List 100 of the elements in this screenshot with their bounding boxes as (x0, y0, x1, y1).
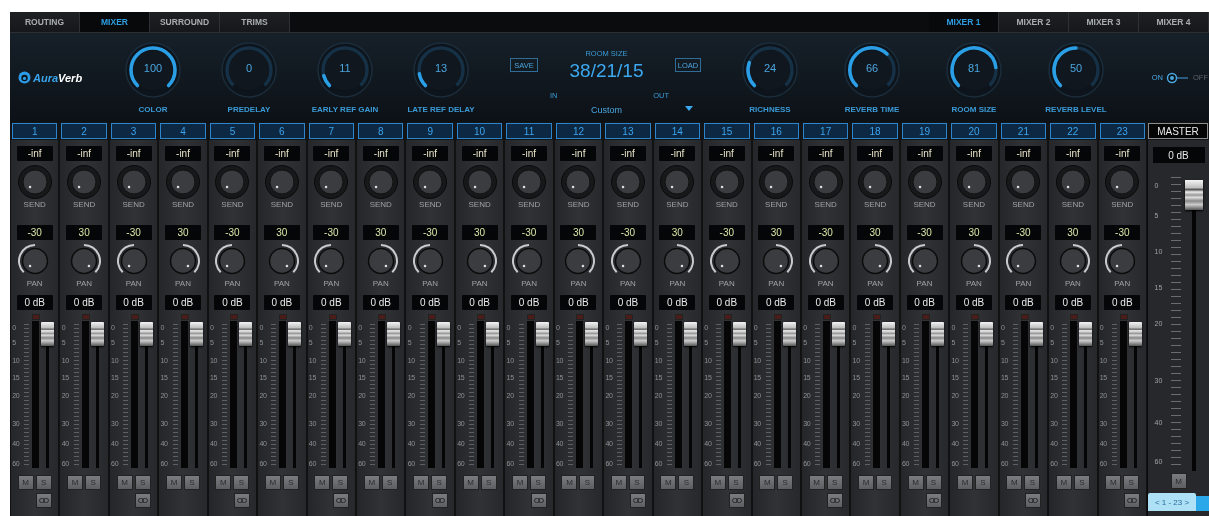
mute-button[interactable]: M (314, 475, 331, 490)
knob[interactable] (1047, 41, 1105, 99)
fader-handle[interactable] (683, 322, 697, 347)
preset-dropdown[interactable]: Custom (538, 105, 675, 115)
tab[interactable]: MIXER (80, 12, 150, 32)
link-button[interactable] (234, 493, 251, 508)
gain-value: 0 dB (807, 295, 844, 310)
link-button[interactable] (333, 493, 350, 508)
pan-value: 30 (659, 225, 696, 240)
fader-handle[interactable] (90, 322, 104, 347)
gain-value: 0 dB (214, 295, 251, 310)
link-icon (237, 498, 248, 503)
pan-value: -30 (1104, 225, 1141, 240)
fader-handle[interactable] (535, 322, 549, 347)
tab[interactable]: MIXER 3 (1069, 12, 1139, 32)
send-value: -inf (758, 146, 795, 161)
mute-button[interactable]: M (709, 475, 726, 490)
fader-handle[interactable] (1029, 322, 1043, 347)
fader-handle[interactable] (387, 322, 401, 347)
send-value: -inf (1005, 146, 1042, 161)
send-label: SEND (419, 200, 442, 210)
tab[interactable]: ROUTING (10, 12, 80, 32)
fader-handle[interactable] (1184, 180, 1203, 211)
logo-text: AuraVerb (33, 71, 83, 84)
mute-button[interactable]: M (17, 475, 34, 490)
link-icon (929, 498, 940, 503)
tab[interactable]: MIXER 4 (1139, 12, 1209, 32)
fader-handle[interactable] (486, 322, 500, 347)
pan-value: 30 (66, 225, 103, 240)
fader-handle[interactable] (189, 322, 203, 347)
mute-button[interactable]: M (1170, 473, 1187, 489)
fader-handle[interactable] (337, 322, 351, 347)
mute-button[interactable]: M (116, 475, 133, 490)
fader-handle[interactable] (1079, 322, 1093, 347)
pan-value: -30 (214, 225, 251, 240)
knob[interactable] (316, 41, 374, 99)
knob[interactable] (945, 41, 1003, 99)
knob[interactable] (843, 41, 901, 99)
mute-button[interactable]: M (660, 475, 677, 490)
mute-button[interactable]: M (610, 475, 627, 490)
fader-handle[interactable] (634, 322, 648, 347)
mute-button[interactable]: M (561, 475, 578, 490)
pan-label: PAN (422, 279, 439, 289)
link-icon (1127, 498, 1137, 503)
tab[interactable]: TRIMS (220, 12, 290, 32)
gain-value: 0 dB (412, 295, 449, 310)
mute-button[interactable]: M (264, 475, 281, 490)
fader-handle[interactable] (238, 322, 252, 347)
mute-button[interactable]: M (1105, 475, 1122, 490)
pan-label: PAN (125, 279, 142, 289)
knob[interactable] (741, 41, 799, 99)
fader-handle[interactable] (832, 322, 846, 347)
link-button[interactable] (629, 493, 646, 508)
fader-handle[interactable] (782, 322, 796, 347)
pan-label: PAN (76, 279, 93, 289)
fader-handle[interactable] (733, 322, 747, 347)
fader-handle[interactable] (585, 322, 598, 347)
mute-button[interactable]: M (215, 475, 232, 490)
link-button[interactable] (728, 493, 745, 508)
send-value: -inf (1054, 146, 1091, 161)
knob[interactable] (412, 41, 470, 99)
mute-button[interactable]: M (1006, 475, 1023, 490)
link-button[interactable] (431, 493, 448, 508)
link-button[interactable] (530, 493, 547, 508)
dropdown-caret-icon[interactable] (685, 106, 693, 111)
link-button[interactable] (1124, 493, 1140, 508)
link-button[interactable] (135, 493, 152, 508)
page-tab[interactable]: < 1 - 23 > (1148, 493, 1196, 511)
tab[interactable]: MIXER 2 (999, 12, 1069, 32)
gain-value: 0 dB (362, 295, 399, 310)
link-button[interactable] (36, 493, 53, 508)
mute-button[interactable]: M (1055, 475, 1072, 490)
fader-handle[interactable] (980, 322, 994, 347)
channel-number: 16 (753, 123, 799, 139)
mute-button[interactable]: M (808, 475, 825, 490)
link-button[interactable] (827, 493, 844, 508)
fader-handle[interactable] (41, 322, 55, 347)
fader-handle[interactable] (288, 322, 302, 347)
tab[interactable]: SURROUND (150, 12, 220, 32)
fader-handle[interactable] (931, 322, 945, 347)
channel-number: 21 (1000, 123, 1047, 139)
send-label: SEND (221, 200, 244, 210)
link-button[interactable] (1025, 493, 1042, 508)
send-value: -inf (313, 146, 350, 161)
mute-button[interactable]: M (462, 475, 479, 490)
knob[interactable] (124, 41, 182, 99)
pan-value: 30 (955, 225, 992, 240)
fader-handle[interactable] (140, 322, 154, 347)
link-button[interactable] (926, 493, 943, 508)
fader-handle[interactable] (436, 322, 450, 347)
tab[interactable]: MIXER 1 (929, 12, 999, 32)
mute-button[interactable]: M (759, 475, 776, 490)
fader-handle[interactable] (1128, 322, 1142, 347)
peak-led (477, 314, 486, 320)
fader-handle[interactable] (881, 322, 895, 347)
power-toggle[interactable] (1166, 71, 1190, 84)
mute-button[interactable]: M (907, 475, 924, 490)
mute-button[interactable]: M (363, 475, 380, 490)
channel-number: 1 (12, 123, 58, 139)
send-value: -inf (412, 146, 449, 161)
